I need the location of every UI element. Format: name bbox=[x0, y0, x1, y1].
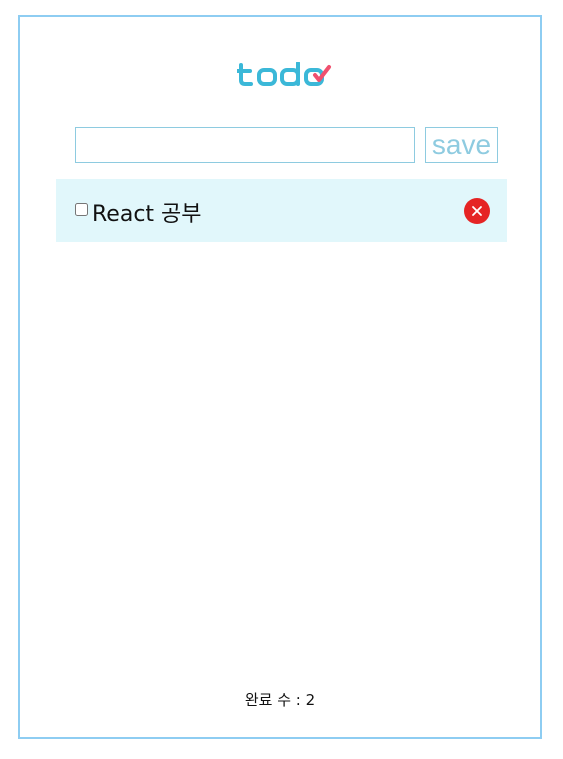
todo-checkbox[interactable] bbox=[75, 203, 88, 216]
save-button[interactable]: save bbox=[425, 127, 498, 163]
completed-count: 완료 수 : 2 bbox=[244, 691, 316, 709]
todo-text: React 공부 bbox=[92, 202, 202, 227]
todo-input[interactable] bbox=[75, 127, 415, 163]
close-icon bbox=[472, 206, 482, 216]
delete-todo-button[interactable] bbox=[464, 198, 490, 224]
todo-app-frame: save React 공부 완료 수 : 2 bbox=[18, 15, 542, 739]
todo-logo bbox=[237, 62, 332, 88]
todo-list-item: React 공부 bbox=[56, 179, 507, 242]
